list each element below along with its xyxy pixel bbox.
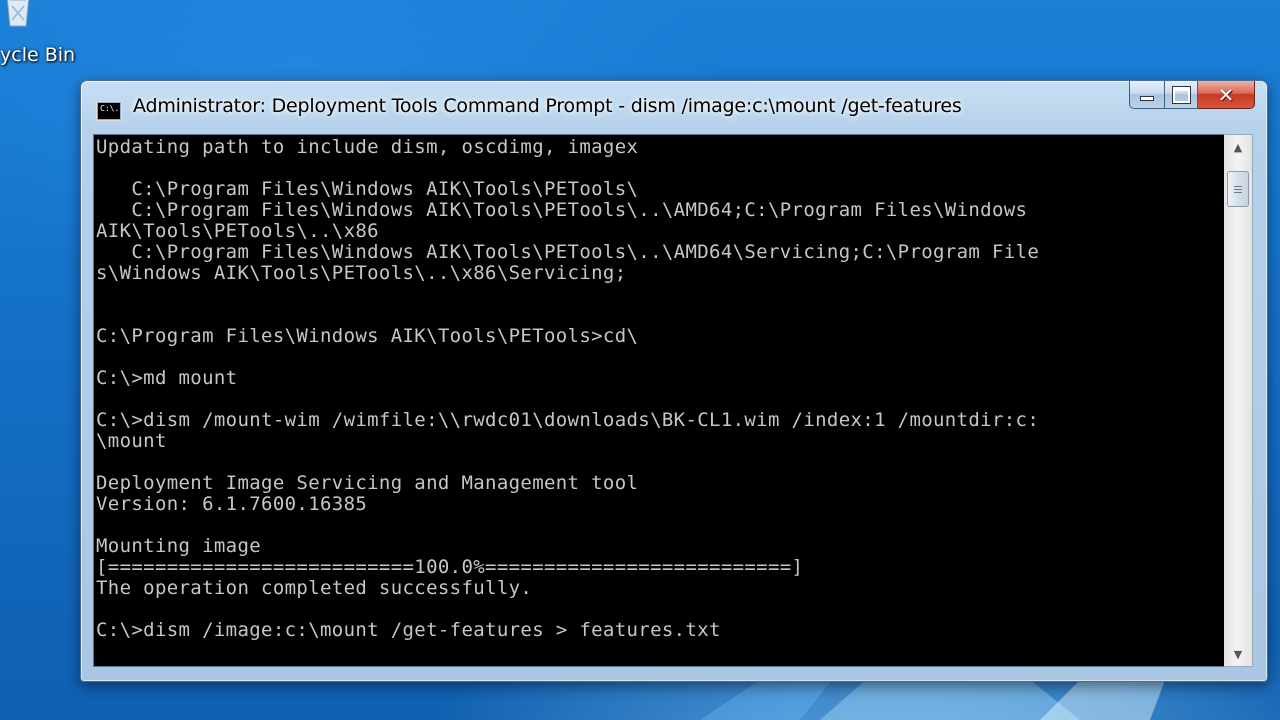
console-line: C:\Program Files\Windows AIK\Tools\PEToo… — [96, 178, 639, 200]
console-output[interactable]: Updating path to include dism, oscdimg, … — [93, 134, 1225, 667]
recycle-bin-label: ycle Bin — [0, 44, 76, 66]
command-prompt-window[interactable]: C:\. Administrator: Deployment Tools Com… — [80, 80, 1268, 682]
console-line: AIK\Tools\PETools\..\x86 — [96, 220, 379, 242]
scroll-thumb[interactable] — [1227, 171, 1249, 207]
vertical-scrollbar[interactable]: ▲ ▼ — [1224, 134, 1253, 667]
command-prompt-icon[interactable]: C:\. — [97, 102, 121, 120]
scroll-up-icon[interactable]: ▲ — [1224, 135, 1252, 159]
console-line: C:\>md mount — [96, 367, 238, 389]
progress-bar-line: [==========================100.0%=======… — [96, 556, 804, 578]
console-line: C:\Program Files\Windows AIK\Tools\PEToo… — [96, 199, 1028, 221]
command-prompt-line: C:\>dism /image:c:\mount /get-features >… — [96, 619, 721, 641]
scroll-down-icon[interactable]: ▼ — [1224, 642, 1252, 666]
minimize-icon — [1140, 96, 1154, 101]
desktop-icon-recycle-bin[interactable]: ycle Bin — [0, 0, 75, 76]
close-button[interactable]: ✕ — [1198, 81, 1255, 109]
maximize-button[interactable] — [1165, 81, 1198, 109]
close-icon: ✕ — [1217, 82, 1235, 107]
console-line: Updating path to include dism, oscdimg, … — [96, 136, 639, 158]
console-line: C:\Program Files\Windows AIK\Tools\PEToo… — [96, 241, 1040, 263]
console-line: The operation completed successfully. — [96, 577, 533, 599]
console-line: Mounting image — [96, 535, 262, 557]
console-line: C:\>dism /mount-wim /wimfile:\\rwdc01\do… — [96, 409, 1040, 431]
console-line: Deployment Image Servicing and Managemen… — [96, 472, 639, 494]
console-line: \mount — [96, 430, 167, 452]
maximize-icon — [1171, 85, 1191, 104]
console-line: s\Windows AIK\Tools\PETools\..\x86\Servi… — [96, 262, 627, 284]
title-bar[interactable]: C:\. Administrator: Deployment Tools Com… — [81, 81, 1267, 133]
console-line: C:\Program Files\Windows AIK\Tools\PEToo… — [96, 325, 639, 347]
minimize-button[interactable] — [1129, 81, 1165, 109]
window-controls: ✕ — [1129, 81, 1255, 111]
recycle-bin-icon — [6, 0, 30, 27]
window-title: Administrator: Deployment Tools Command … — [133, 95, 962, 117]
console-line: Version: 6.1.7600.16385 — [96, 493, 368, 515]
